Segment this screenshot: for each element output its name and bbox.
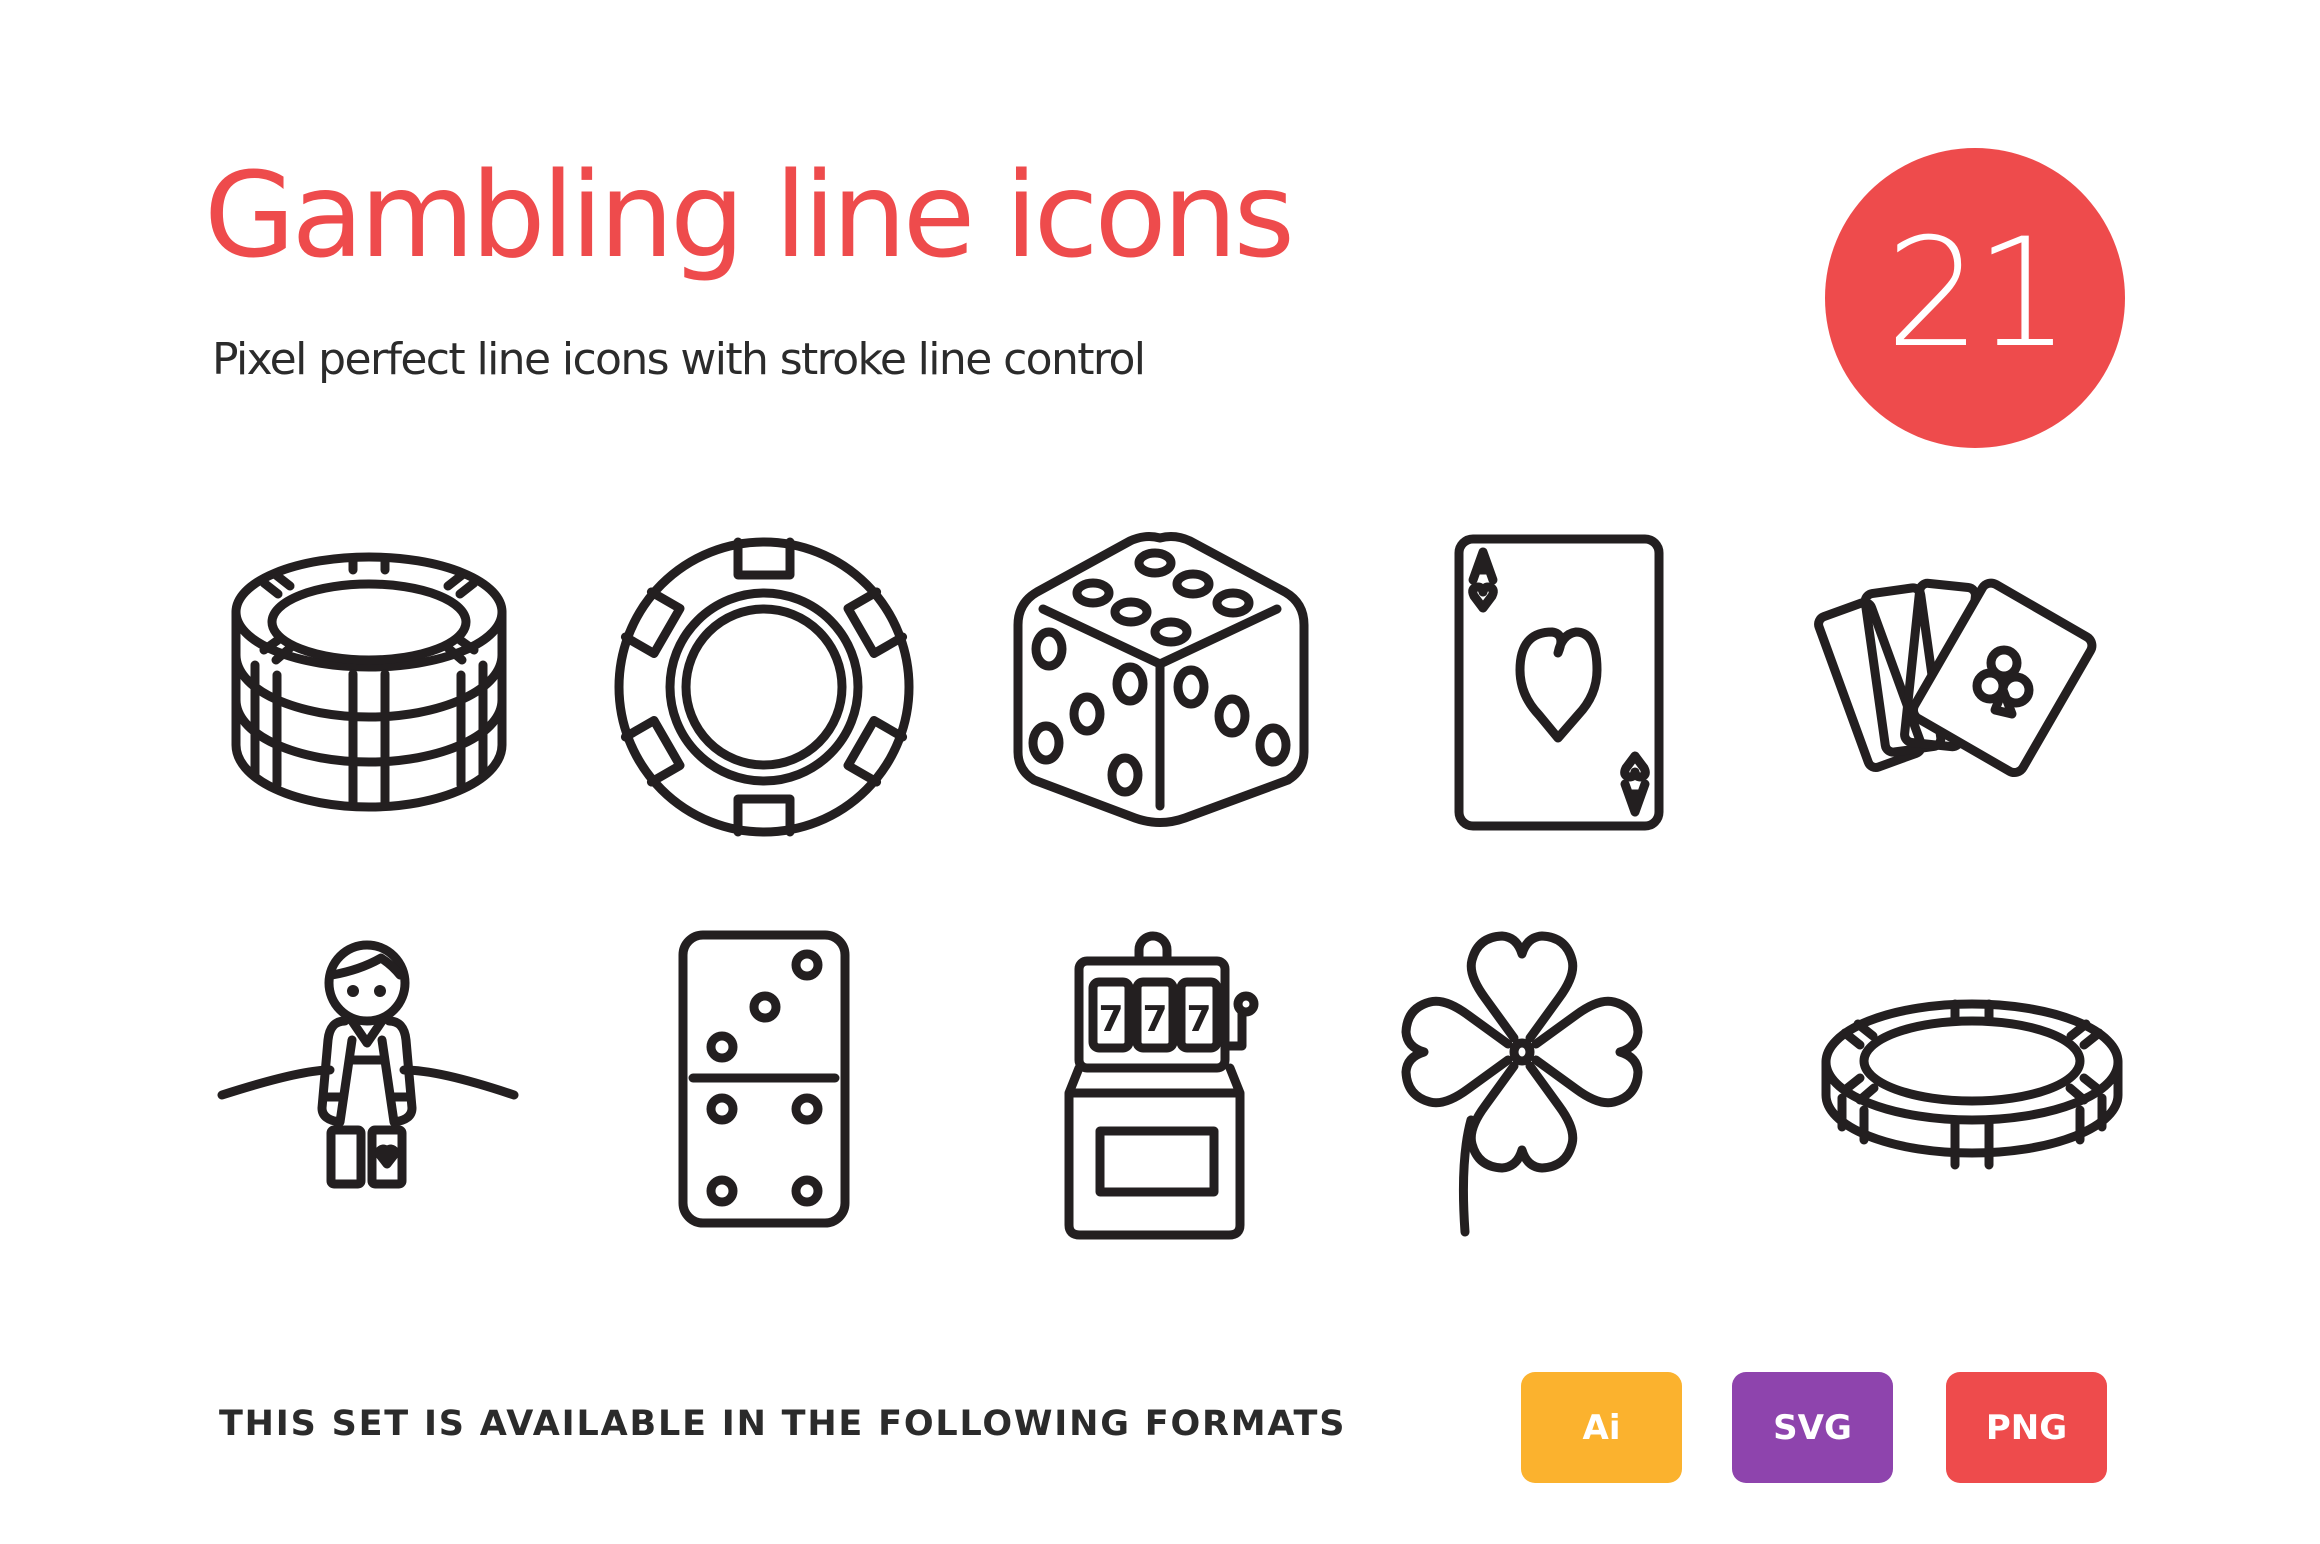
icon-grid: 7 7 7 xyxy=(217,532,2123,1240)
formats-label: THIS SET IS AVAILABLE IN THE FOLLOWING F… xyxy=(219,1404,1347,1444)
format-badge-label: SVG xyxy=(1773,1407,1852,1448)
four-leaf-clover-icon xyxy=(1406,931,1638,1237)
domino-icon xyxy=(678,930,850,1228)
format-badge-label: PNG xyxy=(1985,1407,2068,1448)
poker-chip-icon xyxy=(614,537,914,837)
format-badge-label: Ai xyxy=(1582,1407,1621,1448)
format-badge-svg[interactable]: SVG xyxy=(1732,1372,1893,1483)
format-badge-png[interactable]: PNG xyxy=(1946,1372,2107,1483)
card-hand-icon xyxy=(1814,578,2097,778)
chip-stack-icon xyxy=(231,552,507,812)
slot-reel-1: 7 xyxy=(1098,999,1123,1040)
slot-reel-2: 7 xyxy=(1142,999,1167,1040)
slot-machine-icon: 7 7 7 xyxy=(1064,931,1259,1240)
ace-of-hearts-icon xyxy=(1454,534,1664,831)
single-chip-icon xyxy=(1821,999,2123,1170)
slot-reel-3: 7 xyxy=(1186,999,1211,1040)
croupier-icon xyxy=(217,940,519,1189)
format-badge-ai[interactable]: Ai xyxy=(1521,1372,1682,1483)
dice-icon xyxy=(1013,532,1309,827)
